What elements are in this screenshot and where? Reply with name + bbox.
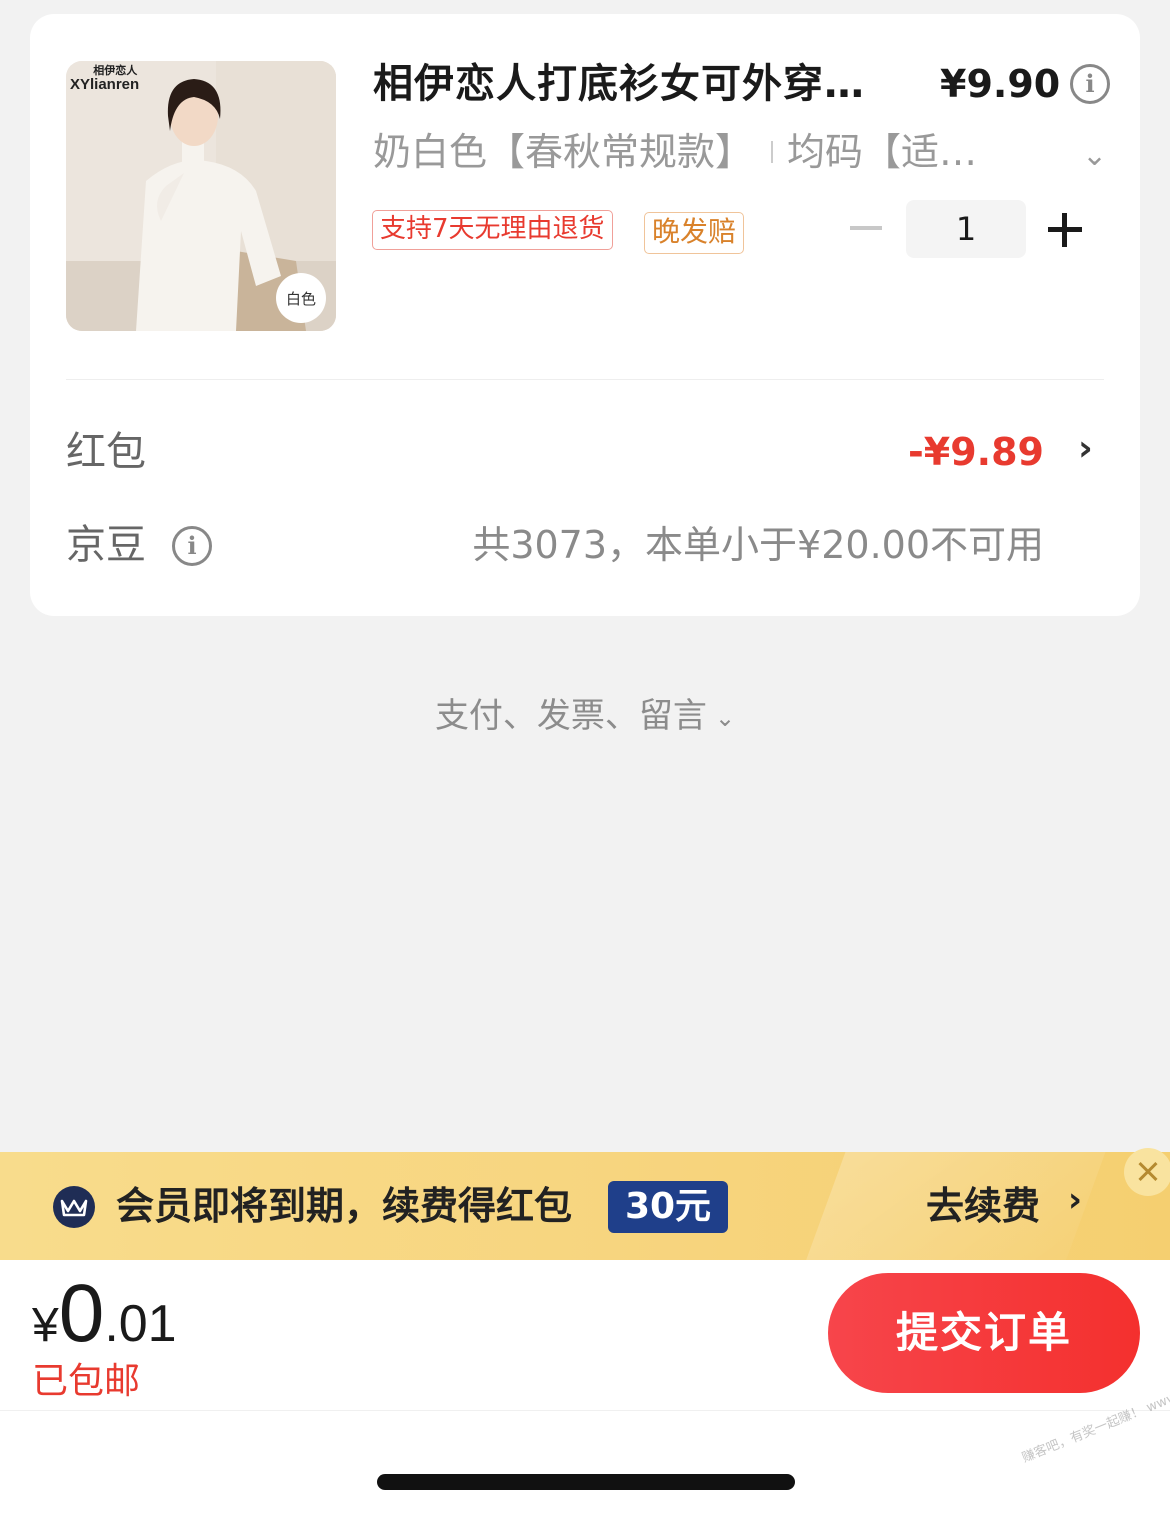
product-price: ¥9.90: [940, 62, 1061, 106]
total-decimal: .01: [104, 1295, 177, 1353]
shipping-status: 已包邮: [32, 1361, 141, 1402]
payment-invoice-note-toggle[interactable]: 支付、发票、留言 ⌄: [0, 692, 1170, 742]
checkout-bar: ¥0.01 已包邮 提交订单 赚客吧，有奖一起赚！ www.zuanke8.co…: [0, 1260, 1170, 1513]
jingdou-info-icon[interactable]: i: [172, 526, 212, 566]
total-integer: 0: [58, 1268, 105, 1359]
reward-badge: 30元: [608, 1181, 728, 1233]
jingdou-note: 共3073，本单小于¥20.00不可用: [472, 523, 1044, 567]
redpack-label: 红包: [66, 429, 146, 475]
divider: [66, 379, 1104, 380]
submit-order-button[interactable]: 提交订单: [828, 1273, 1140, 1393]
spec-size: 均码【适…: [787, 130, 978, 174]
quantity-decrement-button[interactable]: [850, 226, 882, 230]
color-chip: 白色: [276, 273, 326, 323]
chevron-down-icon: ⌄: [714, 703, 736, 732]
more-options-label: 支付、发票、留言: [434, 696, 707, 736]
price-info-icon[interactable]: i: [1070, 64, 1110, 104]
membership-message: 会员即将到期，续费得红包: [116, 1184, 573, 1228]
chevron-down-icon[interactable]: ⌄: [1082, 138, 1107, 173]
spec-color: 奶白色【春秋常规款】: [373, 130, 754, 174]
close-icon[interactable]: [1124, 1148, 1170, 1196]
spec-divider: [771, 141, 774, 163]
home-indicator[interactable]: [377, 1474, 795, 1490]
product-image[interactable]: 相伊恋人 XYlianren 白色: [66, 61, 336, 331]
redpack-value[interactable]: -¥9.89: [908, 424, 1044, 480]
crown-icon: [53, 1186, 95, 1228]
brand-logo: 相伊恋人 XYlianren: [70, 65, 140, 93]
order-card: 相伊恋人 XYlianren 白色 相伊恋人打底衫女可外穿… ¥9.90 i 奶…: [30, 14, 1140, 616]
divider: [0, 1410, 1170, 1411]
chevron-right-icon[interactable]: ›: [1068, 1180, 1082, 1220]
product-title[interactable]: 相伊恋人打底衫女可外穿…: [373, 56, 913, 112]
return-policy-tag: 支持7天无理由退货: [372, 210, 613, 250]
product-spec-selector[interactable]: 奶白色【春秋常规款】 均码【适…: [373, 124, 1073, 180]
chevron-right-icon[interactable]: ›: [1078, 428, 1093, 469]
quantity-input[interactable]: 1: [906, 200, 1026, 258]
membership-banner[interactable]: 会员即将到期，续费得红包 30元 去续费 ›: [0, 1152, 1170, 1260]
renew-button[interactable]: 去续费: [926, 1178, 1040, 1234]
checkout-page: 相伊恋人 XYlianren 白色 相伊恋人打底衫女可外穿… ¥9.90 i 奶…: [0, 0, 1170, 1513]
late-delivery-tag: 晚发赔: [644, 212, 745, 254]
currency-symbol: ¥: [32, 1299, 59, 1352]
quantity-increment-button[interactable]: [1048, 213, 1082, 247]
jingdou-label: 京豆: [66, 522, 146, 568]
order-total: ¥0.01: [32, 1266, 177, 1362]
